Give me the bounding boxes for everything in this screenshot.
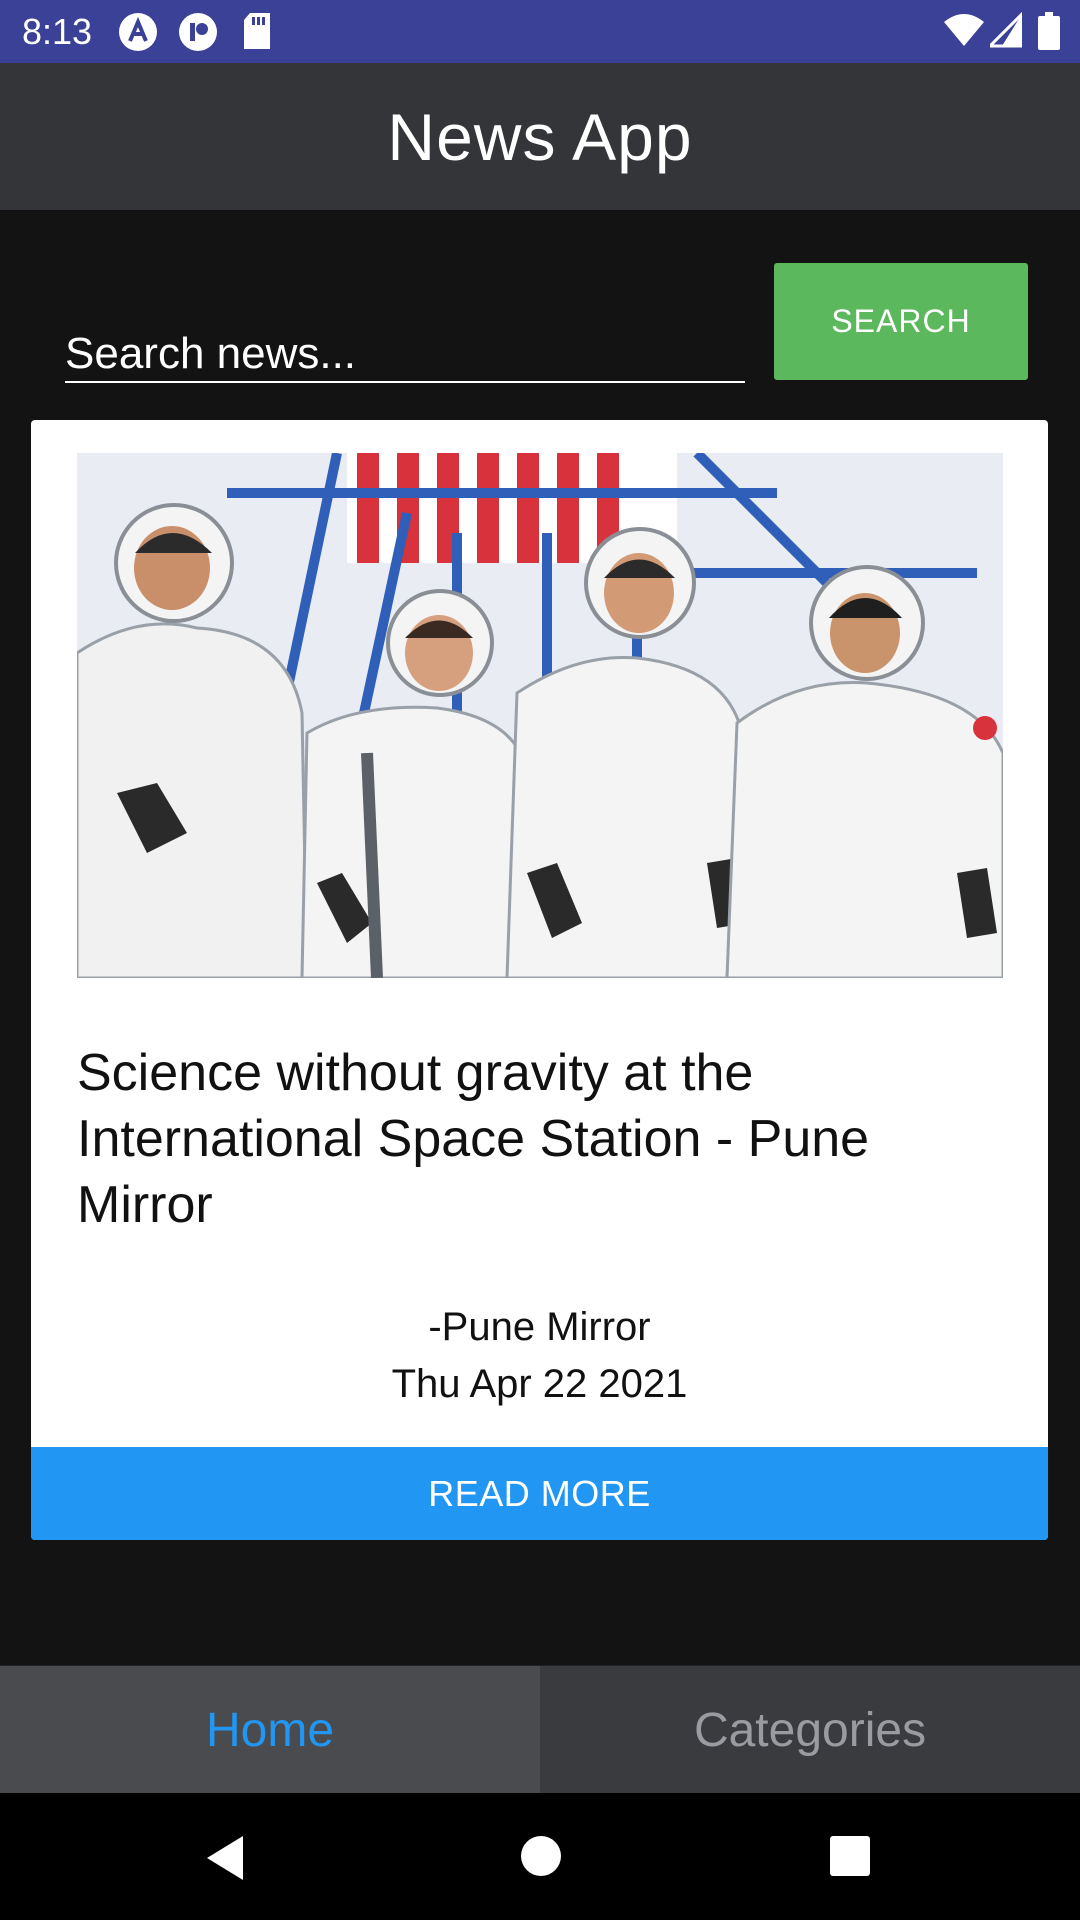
astronauts-photo — [77, 453, 1003, 978]
status-time: 8:13 — [22, 11, 93, 52]
article-source: -Pune Mirror — [428, 1305, 651, 1349]
sd-card-icon — [242, 12, 272, 55]
system-nav-bar — [0, 1793, 1080, 1920]
wifi-icon — [944, 12, 984, 53]
cell-signal-icon — [986, 10, 1024, 53]
app-a-icon — [118, 12, 158, 57]
app-p-icon — [178, 12, 218, 57]
tab-categories-label: Categories — [693, 1703, 927, 1757]
article-date: Thu Apr 22 2021 — [391, 1362, 688, 1406]
status-bar: 8:13 — [0, 0, 1080, 63]
tab-home-label: Home — [205, 1703, 335, 1757]
screen: 8:13 News App Search news... SEARCH Scie… — [0, 0, 1080, 1920]
read-more-button[interactable]: READ MORE — [31, 1447, 1048, 1540]
home-icon[interactable] — [520, 1835, 562, 1882]
back-icon[interactable] — [205, 1835, 245, 1886]
battery-icon — [1038, 12, 1060, 55]
search-button[interactable]: SEARCH — [774, 263, 1028, 380]
news-card: Science without gravity at the Internati… — [31, 420, 1048, 1540]
recents-icon[interactable] — [830, 1836, 870, 1881]
bottom-tab-bar: Home Categories — [0, 1665, 1080, 1794]
article-title: Science without gravity at the Internati… — [77, 1044, 870, 1234]
tab-categories[interactable]: Categories — [540, 1666, 1080, 1794]
search-input[interactable] — [65, 327, 745, 383]
article-image — [77, 453, 1003, 978]
app-title: News App — [387, 99, 693, 174]
app-bar: News App — [0, 63, 1080, 210]
tab-home[interactable]: Home — [0, 1666, 540, 1794]
